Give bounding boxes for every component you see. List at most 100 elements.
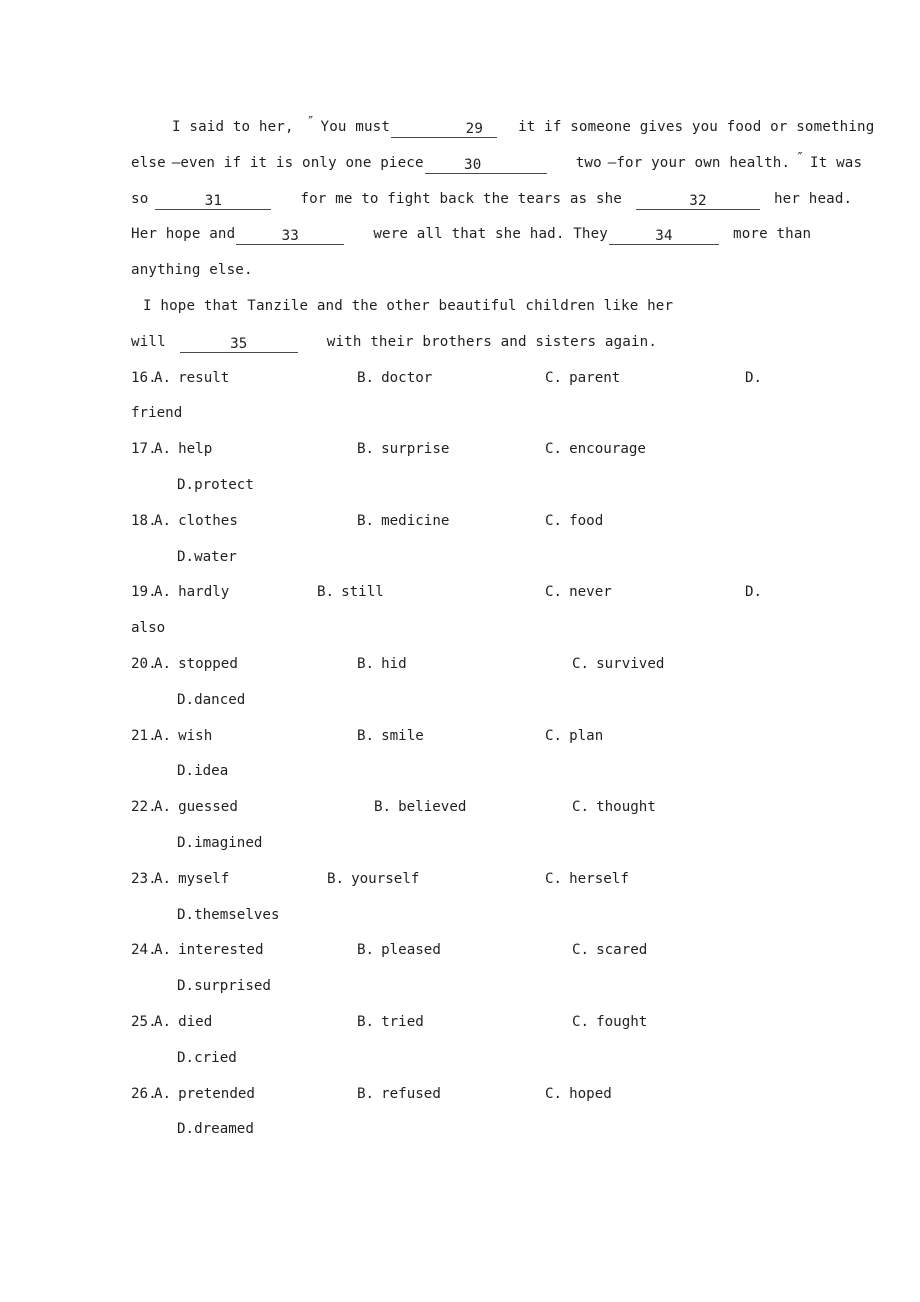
option-b[interactable]: B. still: [317, 575, 384, 611]
option-d[interactable]: D.cried: [177, 1050, 237, 1066]
option-text: clothes: [178, 512, 238, 529]
option-d[interactable]: D.danced: [177, 692, 245, 708]
option-c[interactable]: C. never: [545, 575, 612, 611]
option-c[interactable]: C. thought: [572, 790, 656, 826]
option-c[interactable]: C. plan: [545, 719, 603, 755]
question-row-wrap: D.danced: [131, 683, 791, 719]
option-c[interactable]: C. parent: [545, 361, 620, 397]
option-letter: B.: [357, 1013, 375, 1030]
option-c[interactable]: C. survived: [572, 647, 664, 683]
question-number: 16.: [131, 369, 157, 386]
option-letter: B.: [357, 441, 375, 458]
option-letter: A.: [154, 942, 172, 959]
option-d[interactable]: D.themselves: [177, 907, 280, 923]
option-letter: C.: [572, 799, 590, 816]
option-letter: B.: [374, 799, 392, 816]
cloze-blank-31[interactable]: 31: [155, 191, 272, 210]
option-d-text[interactable]: friend: [131, 405, 182, 421]
option-d[interactable]: D.dreamed: [177, 1121, 254, 1137]
option-a[interactable]: A. guessed: [154, 790, 238, 826]
question-options-list: 16. A. result B. doctor C. parent D. friend…: [131, 361, 791, 1149]
option-c[interactable]: C. food: [545, 504, 603, 540]
question-item-17: 17. A. help B. surprise C. encourage D.prot…: [131, 432, 791, 504]
option-b[interactable]: B. doctor: [357, 361, 432, 397]
passage-text: with their brothers and sisters again.: [326, 333, 658, 350]
cloze-blank-34[interactable]: 34: [609, 226, 719, 246]
passage-text: more than: [733, 226, 812, 243]
option-text: stopped: [178, 655, 238, 672]
option-d[interactable]: D.protect: [177, 477, 254, 493]
option-letter: D.: [745, 584, 763, 601]
question-number: 21.: [131, 727, 157, 744]
option-b[interactable]: B. hid: [357, 647, 407, 683]
option-d[interactable]: D.imagined: [177, 835, 262, 851]
option-letter: A.: [154, 441, 172, 458]
option-letter: D.: [177, 906, 195, 923]
passage-text: anything else.: [131, 262, 253, 279]
option-text: pretended: [178, 1085, 255, 1102]
option-text: pleased: [381, 942, 441, 959]
option-text: water: [194, 548, 237, 565]
option-b[interactable]: B. pleased: [357, 933, 441, 969]
option-text: never: [569, 584, 612, 601]
passage-text: so: [131, 190, 149, 207]
option-b[interactable]: B. smile: [357, 719, 424, 755]
question-row-wrap: D.dreamed: [131, 1112, 791, 1148]
option-d[interactable]: D.surprised: [177, 978, 271, 994]
option-d-letter[interactable]: D.: [745, 361, 769, 397]
option-letter: A.: [154, 512, 172, 529]
passage-line-1: I said to her, ″ You must 29 it if someone g…: [131, 110, 874, 146]
cloze-blank-33[interactable]: 33: [236, 226, 345, 246]
option-letter: C.: [572, 1013, 590, 1030]
cloze-blank-30[interactable]: 30: [424, 155, 547, 174]
page-content: I said to her, ″ You must 29 it if someone g…: [131, 110, 874, 1149]
option-a[interactable]: A. wish: [154, 719, 212, 755]
option-c[interactable]: C. fought: [572, 1005, 647, 1041]
option-b[interactable]: B. surprise: [357, 432, 449, 468]
option-c[interactable]: C. herself: [545, 862, 629, 898]
option-a[interactable]: A. died: [154, 1005, 212, 1041]
option-b[interactable]: B. refused: [357, 1077, 441, 1113]
option-a[interactable]: A. pretended: [154, 1077, 255, 1113]
passage-text: it if someone gives you food or somethin…: [518, 119, 875, 135]
question-row-wrap: D.themselves: [131, 898, 791, 934]
option-a[interactable]: A. interested: [154, 933, 264, 969]
option-letter: C.: [545, 369, 563, 386]
option-text: dreamed: [194, 1121, 254, 1138]
option-a[interactable]: A. myself: [154, 862, 229, 898]
question-number: 18.: [131, 512, 157, 529]
question-row-wrap: friend: [131, 396, 791, 432]
option-text: thought: [596, 799, 656, 816]
question-number: 24.: [131, 942, 157, 959]
cloze-blank-35[interactable]: 35: [179, 334, 298, 353]
option-text: interested: [178, 942, 264, 959]
option-b[interactable]: B. medicine: [357, 504, 449, 540]
option-c[interactable]: C. hoped: [545, 1077, 612, 1113]
option-a[interactable]: A. clothes: [154, 504, 238, 540]
option-b[interactable]: B. believed: [374, 790, 466, 826]
option-d-letter[interactable]: D.: [745, 575, 769, 611]
option-c[interactable]: C. encourage: [545, 432, 646, 468]
option-d[interactable]: D.water: [177, 549, 237, 565]
option-a[interactable]: A. result: [154, 361, 229, 397]
option-d-text[interactable]: also: [131, 620, 165, 636]
option-b[interactable]: B. yourself: [327, 862, 419, 898]
option-letter: B.: [327, 870, 345, 887]
passage-text: for me to fight back the tears as she: [300, 190, 622, 207]
option-text: hid: [381, 655, 407, 672]
cloze-blank-29[interactable]: 29: [391, 119, 498, 138]
option-text: hoped: [569, 1085, 612, 1102]
option-c[interactable]: C. scared: [572, 933, 647, 969]
option-b[interactable]: B. tried: [357, 1005, 424, 1041]
question-number: 20.: [131, 655, 157, 672]
option-a[interactable]: A. hardly: [154, 575, 229, 611]
option-a[interactable]: A. help: [154, 432, 212, 468]
option-a[interactable]: A. stopped: [154, 647, 238, 683]
option-d[interactable]: D.idea: [177, 763, 228, 779]
option-text: yourself: [351, 870, 420, 887]
option-text: encourage: [569, 441, 646, 458]
cloze-blank-32[interactable]: 32: [635, 191, 760, 210]
question-row-wrap: also: [131, 611, 791, 647]
question-row-wrap: D.imagined: [131, 826, 791, 862]
passage-line-6: I hope that Tanzile and the other beauti…: [131, 289, 791, 325]
